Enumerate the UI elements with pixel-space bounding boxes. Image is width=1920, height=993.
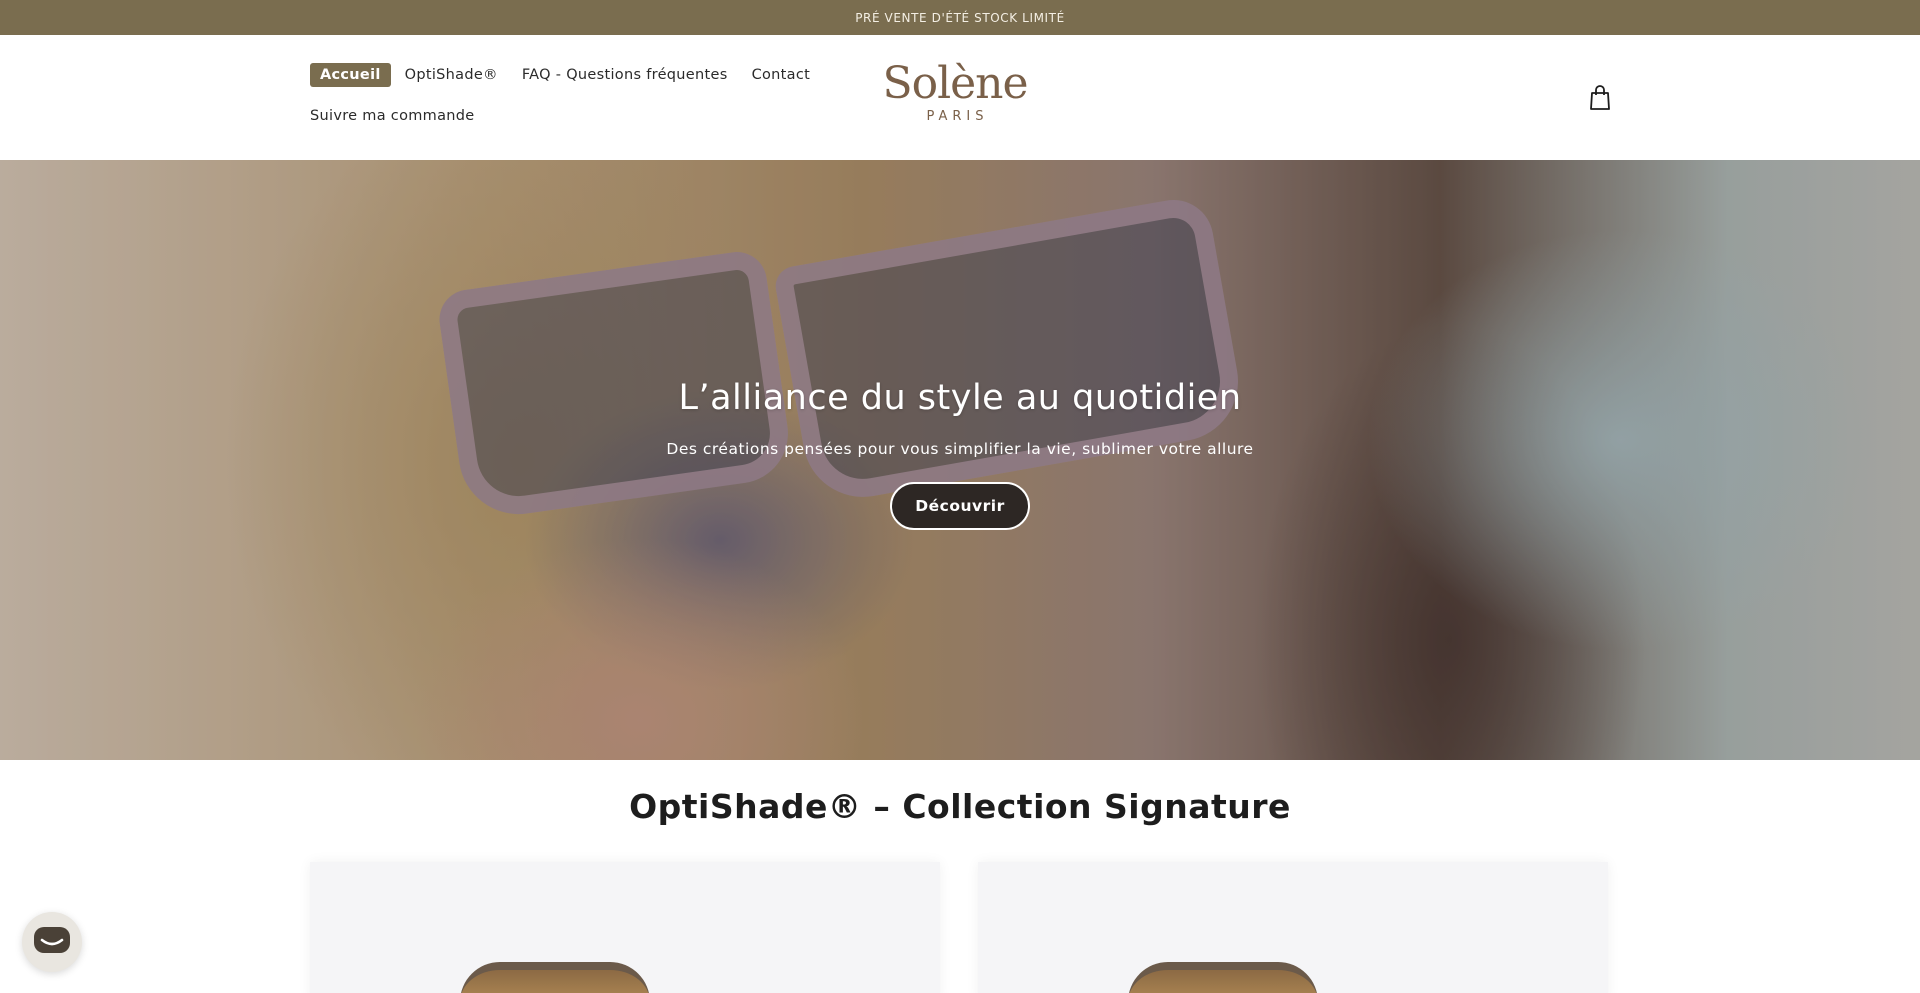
hero-banner: L’alliance du style au quotidien Des cré… <box>0 160 1920 760</box>
collection-title: OptiShade® – Collection Signature <box>629 787 1291 826</box>
chat-widget-button[interactable] <box>22 912 82 972</box>
nav-item-accueil[interactable]: Accueil <box>310 63 391 87</box>
chat-bubble-icon <box>34 927 70 953</box>
hero-title: L’alliance du style au quotidien <box>678 378 1242 418</box>
logo-wordmark: Solène <box>882 58 1028 109</box>
sunglasses-product-image <box>460 962 650 993</box>
nav-item-contact[interactable]: Contact <box>742 63 821 87</box>
logo-subtitle: PARIS <box>926 109 989 124</box>
site-header: Accueil OptiShade® FAQ - Questions fréqu… <box>0 35 1920 160</box>
product-card[interactable] <box>310 862 940 993</box>
nav-item-faq[interactable]: FAQ - Questions fréquentes <box>512 63 738 87</box>
nav-item-suivre-commande[interactable]: Suivre ma commande <box>310 104 485 128</box>
product-card[interactable] <box>978 862 1608 993</box>
discover-button[interactable]: Découvrir <box>890 482 1030 530</box>
announcement-text: PRÉ VENTE D'ÉTÉ STOCK LIMITÉ <box>855 10 1065 25</box>
brand-logo[interactable]: Solène PARIS <box>880 58 1030 125</box>
sunglasses-product-image <box>1128 962 1318 993</box>
cart-button[interactable] <box>1588 85 1612 111</box>
announcement-bar: PRÉ VENTE D'ÉTÉ STOCK LIMITÉ <box>0 0 1920 35</box>
nav-item-optishade[interactable]: OptiShade® <box>395 63 508 87</box>
hero-content: L’alliance du style au quotidien Des cré… <box>0 378 1920 530</box>
main-nav: Accueil OptiShade® FAQ - Questions fréqu… <box>310 63 830 128</box>
hero-subtitle: Des créations pensées pour vous simplifi… <box>666 440 1254 458</box>
shopping-bag-icon <box>1590 85 1610 110</box>
